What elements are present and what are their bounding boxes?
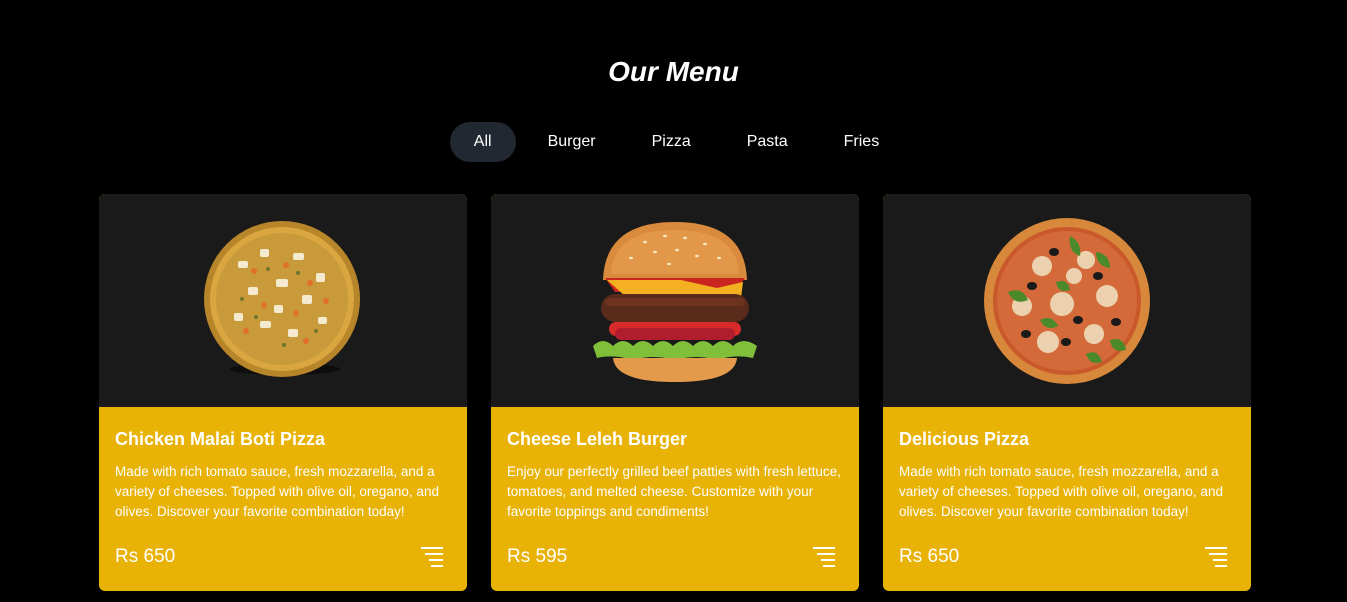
card-image-area: [883, 194, 1251, 407]
pizza-basil-icon: [984, 217, 1150, 384]
price: Rs 650: [899, 546, 960, 567]
card-title: Chicken Malai Boti Pizza: [115, 429, 326, 449]
page-title: Our Menu: [608, 56, 739, 87]
menu-card: Cheese Leleh Burger Enjoy our perfectly …: [491, 194, 859, 591]
card-image-area: [99, 194, 467, 407]
card-title: Cheese Leleh Burger: [507, 429, 688, 449]
menu-page: Our Menu All Burger Pizza Pasta Fries Ch…: [0, 0, 1347, 602]
filter-all[interactable]: All: [449, 122, 516, 162]
card-footer: Rs 595: [507, 545, 835, 569]
filter-fries[interactable]: Fries: [820, 122, 904, 162]
price: Rs 650: [115, 546, 176, 567]
card-body: Delicious Pizza Made with rich tomato sa…: [883, 407, 1251, 591]
menu-card: Chicken Malai Boti Pizza Made with rich …: [99, 194, 467, 591]
card-image-area: [491, 194, 859, 407]
card-description: Enjoy our perfectly grilled beef patties…: [507, 464, 841, 519]
filter-pasta[interactable]: Pasta: [723, 122, 812, 162]
menu-lines-icon[interactable]: [1205, 545, 1227, 569]
card-description: Made with rich tomato sauce, fresh mozza…: [115, 464, 439, 519]
menu-lines-icon[interactable]: [421, 545, 443, 569]
card-description: Made with rich tomato sauce, fresh mozza…: [899, 464, 1223, 519]
menu-lines-icon[interactable]: [813, 545, 835, 569]
card-title: Delicious Pizza: [899, 429, 1030, 449]
card-footer: Rs 650: [115, 545, 443, 569]
card-footer: Rs 650: [899, 545, 1227, 569]
filter-pizza[interactable]: Pizza: [628, 122, 715, 162]
filter-tabs: All Burger Pizza Pasta Fries: [0, 122, 1347, 162]
pizza-topped-icon: [204, 220, 360, 377]
filter-burger[interactable]: Burger: [524, 122, 620, 162]
card-body: Chicken Malai Boti Pizza Made with rich …: [99, 407, 467, 591]
burger-icon: [593, 222, 757, 382]
menu-card: Delicious Pizza Made with rich tomato sa…: [883, 194, 1251, 591]
price: Rs 595: [507, 546, 568, 567]
card-body: Cheese Leleh Burger Enjoy our perfectly …: [491, 407, 859, 591]
menu-cards: Chicken Malai Boti Pizza Made with rich …: [99, 194, 1251, 591]
